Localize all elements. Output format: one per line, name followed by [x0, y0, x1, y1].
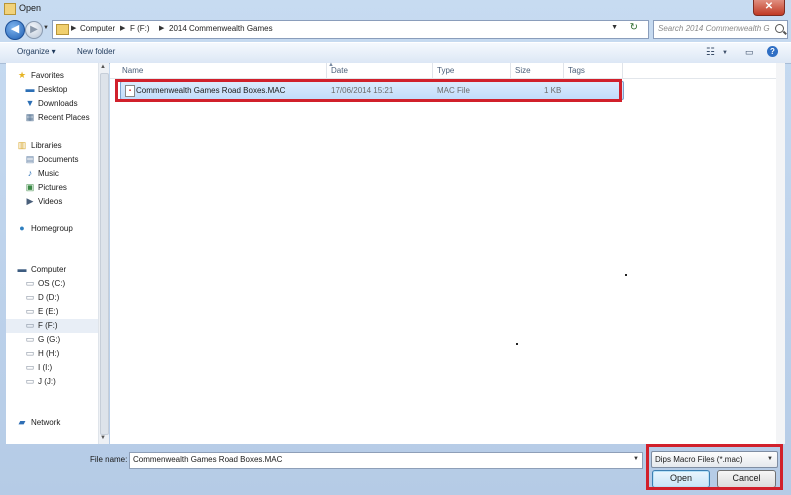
recent-locations-dropdown[interactable]: ▼: [43, 25, 49, 31]
column-divider: [432, 63, 433, 78]
libraries-icon: ▥: [17, 140, 27, 150]
chevron-down-icon[interactable]: ▼: [633, 456, 639, 462]
breadcrumb-folder[interactable]: 2014 Commenwealth Games: [169, 24, 273, 33]
drive-icon: ▭: [25, 334, 35, 344]
recent-places-icon: ▦: [25, 112, 35, 122]
search-input[interactable]: Search 2014 Commenwealth G...: [658, 24, 770, 33]
forward-button[interactable]: ▶: [25, 21, 43, 39]
videos-icon: ▶: [26, 196, 34, 206]
command-bar: Organize ▾ New folder ☷ ▼ ▭ ?: [0, 42, 791, 64]
address-dropdown-icon[interactable]: ▼: [611, 24, 618, 31]
open-dialog: Open ✕ ◀ ▶ ▼ ▶ Computer ▶ F (F:) ▶ 2014 …: [0, 0, 791, 495]
organize-button[interactable]: Organize ▾: [17, 47, 56, 56]
drive-icon: ▭: [25, 306, 35, 316]
close-button[interactable]: ✕: [753, 0, 785, 16]
chevron-right-icon[interactable]: ▶: [159, 24, 164, 32]
window-title: Open: [19, 3, 42, 13]
homegroup-icon: ●: [19, 223, 25, 233]
column-divider: [622, 63, 623, 78]
file-list-scrollbar[interactable]: [776, 63, 785, 444]
chevron-right-icon[interactable]: ▶: [71, 24, 76, 32]
preview-pane-icon[interactable]: ▭: [745, 47, 754, 58]
drive-icon: ▭: [25, 362, 35, 372]
scroll-down-icon[interactable]: ▼: [100, 435, 106, 441]
music-icon: ♪: [27, 168, 33, 178]
drive-icon: ▭: [25, 292, 35, 302]
artifact-dot: [516, 343, 518, 345]
chevron-right-icon[interactable]: ▶: [120, 24, 125, 32]
drive-icon: ▭: [25, 376, 35, 386]
scroll-up-icon[interactable]: ▲: [100, 64, 106, 70]
computer-icon: ▬: [17, 264, 27, 274]
file-name-label: File name:: [90, 455, 128, 464]
help-icon[interactable]: ?: [767, 46, 778, 57]
highlight-box-file: [115, 79, 622, 102]
navigation-bar: ◀ ▶ ▼ ▶ Computer ▶ F (F:) ▶ 2014 Commenw…: [0, 18, 791, 42]
file-name-value: Commenwealth Games Road Boxes.MAC: [133, 455, 283, 464]
column-header-name[interactable]: Name: [122, 66, 143, 75]
breadcrumb-drive[interactable]: F (F:): [130, 24, 150, 33]
sidebar-item-drive-f[interactable]: ▭ F (F:): [6, 319, 98, 333]
column-header-tags[interactable]: Tags: [568, 66, 585, 75]
breadcrumb-computer[interactable]: Computer: [80, 24, 115, 33]
pictures-icon: ▣: [25, 182, 35, 192]
column-header-size[interactable]: Size: [515, 66, 531, 75]
column-divider: [326, 63, 327, 78]
title-bar: Open ✕: [0, 0, 791, 18]
new-folder-button[interactable]: New folder: [77, 47, 115, 56]
file-name-input[interactable]: Commenwealth Games Road Boxes.MAC ▼: [129, 452, 643, 469]
column-header-type[interactable]: Type: [437, 66, 454, 75]
downloads-icon: ▼: [25, 98, 35, 108]
artifact-dot: [625, 274, 627, 276]
scrollbar-thumb[interactable]: [100, 73, 109, 435]
drive-icon: ▭: [25, 348, 35, 358]
highlight-box-controls: [646, 444, 783, 490]
star-icon: ★: [17, 70, 27, 80]
drive-icon: ▭: [25, 278, 35, 288]
column-divider: [563, 63, 564, 78]
refresh-icon[interactable]: ↻: [630, 22, 638, 33]
search-icon[interactable]: [775, 24, 784, 33]
column-header-date[interactable]: Date: [331, 66, 348, 75]
file-list: ▲ Name Date Type Size Tags ▪ Commenwealt…: [110, 62, 776, 444]
folder-icon: [56, 24, 69, 35]
drive-icon: ▭: [25, 320, 35, 330]
navigation-pane: ★ Favorites ▬ Desktop ▼ Downloads ▦ Rece…: [6, 63, 98, 444]
column-divider: [510, 63, 511, 78]
folder-icon: [4, 3, 16, 15]
view-options-icon[interactable]: ☷: [706, 47, 715, 58]
address-bar[interactable]: ▶ Computer ▶ F (F:) ▶ 2014 Commenwealth …: [52, 20, 649, 39]
documents-icon: ▤: [25, 154, 35, 164]
navigation-scrollbar[interactable]: ▲ ▼: [98, 63, 109, 444]
desktop-icon: ▬: [25, 84, 35, 94]
network-icon: ▰: [18, 417, 26, 427]
search-box[interactable]: Search 2014 Commenwealth G...: [653, 20, 788, 39]
chevron-down-icon[interactable]: ▼: [722, 50, 728, 56]
back-button[interactable]: ◀: [5, 20, 25, 40]
column-header-row: ▲ Name Date Type Size Tags: [110, 62, 776, 79]
